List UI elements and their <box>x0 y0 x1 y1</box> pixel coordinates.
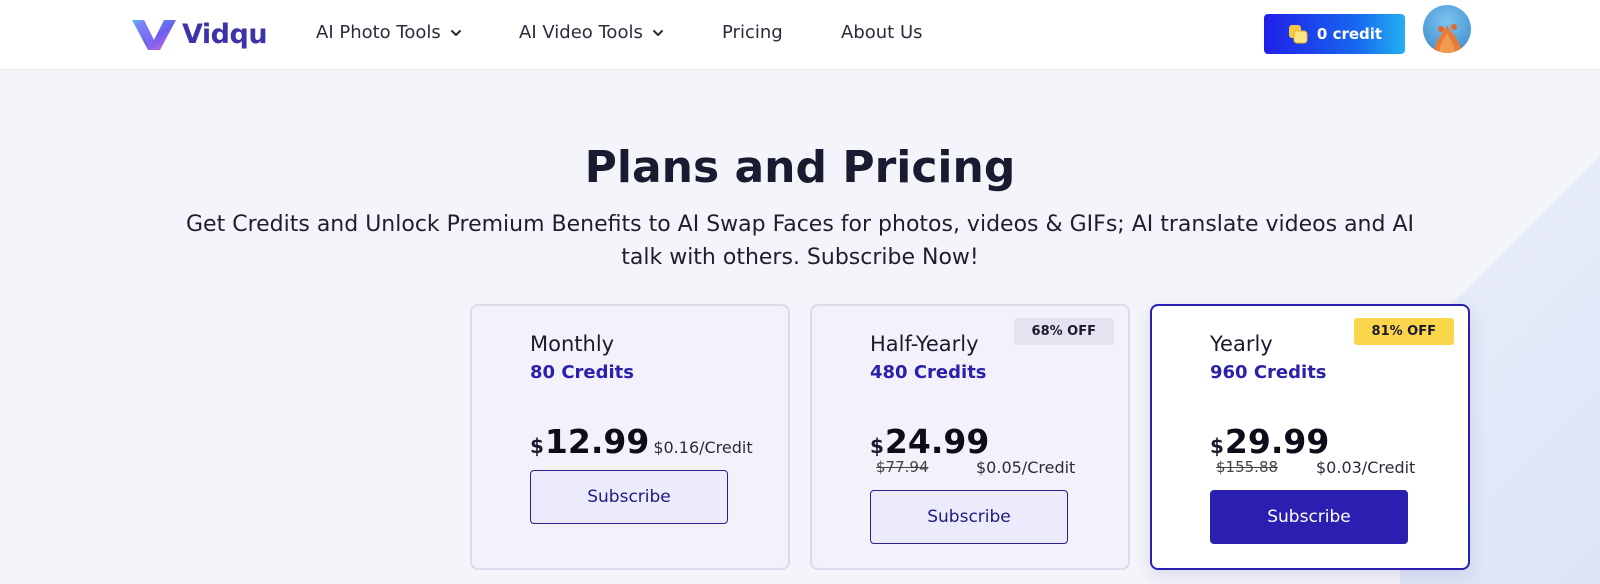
plan-name: Half-Yearly <box>870 332 979 356</box>
discount-badge: 68% OFF <box>1013 318 1114 345</box>
original-price: $77.94 <box>876 458 929 476</box>
price-currency: $ <box>530 434 544 458</box>
nav-label: AI Photo Tools <box>316 22 441 43</box>
plan-card-yearly[interactable]: 81% OFF Yearly 960 Credits $ 29.99 $155.… <box>1150 304 1470 570</box>
nav-ai-video-tools[interactable]: AI Video Tools <box>519 22 665 43</box>
avatar-image <box>1433 24 1463 53</box>
plan-name: Yearly <box>1210 332 1273 356</box>
plan-credits: 480 Credits <box>870 362 987 383</box>
price-per-credit: $0.16/Credit <box>653 438 753 457</box>
price-amount: 24.99 <box>884 422 990 461</box>
nav-about-us[interactable]: About Us <box>841 22 923 43</box>
credit-button[interactable]: 0 credit <box>1264 14 1405 54</box>
discount-badge: 81% OFF <box>1353 318 1454 345</box>
nav-pricing[interactable]: Pricing <box>722 22 783 43</box>
plan-name: Monthly <box>530 332 615 356</box>
plan-price: $ 29.99 <box>1210 422 1329 461</box>
vidqu-logo-icon <box>132 20 176 50</box>
page-subtitle: Get Credits and Unlock Premium Benefits … <box>186 212 1414 270</box>
price-amount: 12.99 <box>544 422 650 461</box>
subscribe-button[interactable]: Subscribe <box>1210 490 1408 544</box>
chevron-down-icon <box>652 29 663 36</box>
original-price: $155.88 <box>1216 458 1279 476</box>
price-per-credit: $0.03/Credit <box>1316 458 1416 477</box>
nav-ai-photo-tools[interactable]: AI Photo Tools <box>316 22 463 43</box>
subscribe-button[interactable]: Subscribe <box>870 490 1068 544</box>
chevron-down-icon <box>450 29 461 36</box>
top-navbar: Vidqu AI Photo Tools AI Video Tools Pric… <box>0 0 1600 70</box>
plan-price: $ 24.99 <box>870 422 989 461</box>
nav-label: Pricing <box>722 22 783 43</box>
price-per-credit: $0.05/Credit <box>976 458 1076 477</box>
plan-credits: 960 Credits <box>1210 362 1327 383</box>
credit-label: 0 credit <box>1316 25 1383 43</box>
plan-card-half-yearly[interactable]: 68% OFF Half-Yearly 480 Credits $ 24.99 … <box>810 304 1130 570</box>
subscribe-button[interactable]: Subscribe <box>530 470 728 524</box>
logo[interactable]: Vidqu <box>130 14 268 54</box>
price-currency: $ <box>870 434 884 458</box>
avatar[interactable] <box>1423 5 1471 53</box>
logo-text: Vidqu <box>182 18 268 50</box>
coin-icon <box>1288 25 1308 44</box>
plan-price: $ 12.99 $0.16/Credit <box>530 422 753 461</box>
plan-card-monthly[interactable]: Monthly 80 Credits $ 12.99 $0.16/Credit … <box>470 304 790 570</box>
nav-label: AI Video Tools <box>519 22 643 43</box>
page-title: Plans and Pricing <box>584 142 1016 193</box>
plan-credits: 80 Credits <box>530 362 634 383</box>
nav-label: About Us <box>841 22 923 43</box>
price-currency: $ <box>1210 434 1224 458</box>
price-amount: 29.99 <box>1224 422 1330 461</box>
